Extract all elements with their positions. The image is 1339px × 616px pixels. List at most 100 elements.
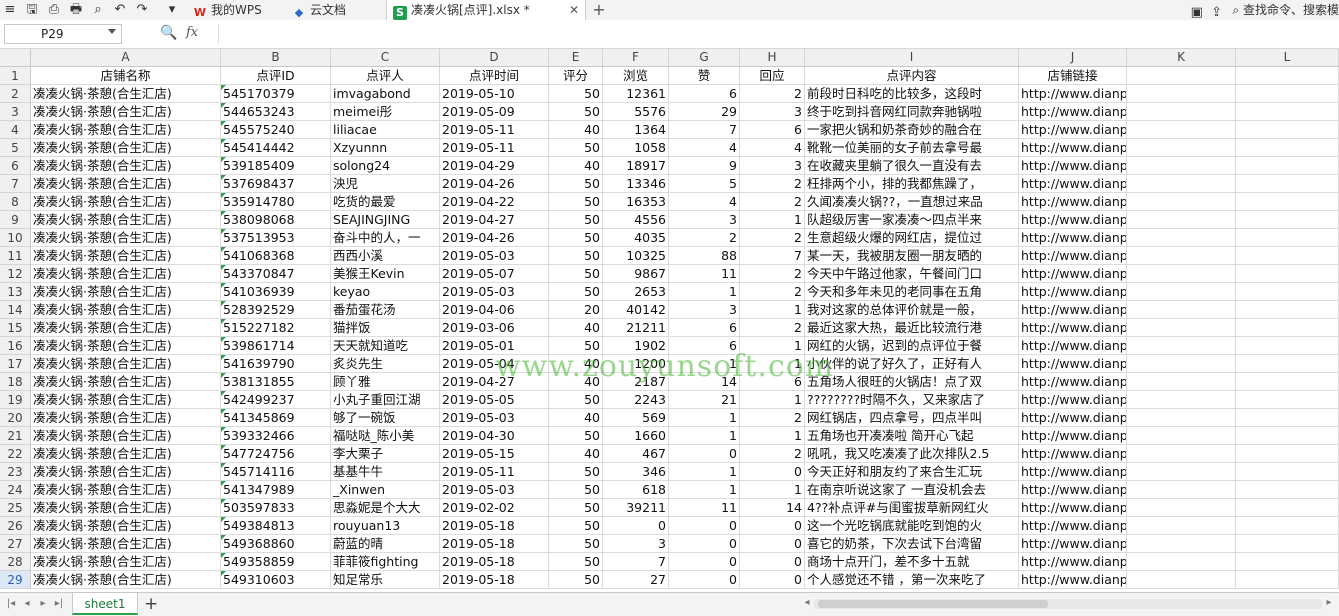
table-cell[interactable]: 凑凑火锅·茶憩(合生汇店): [31, 373, 221, 391]
table-cell[interactable]: 2019-05-18: [440, 571, 549, 589]
table-cell[interactable]: http://www.dianping.com/shop/121526330: [1019, 139, 1127, 157]
table-cell[interactable]: 凑凑火锅·茶憩(合生汇店): [31, 337, 221, 355]
table-cell[interactable]: 0: [669, 553, 740, 571]
table-cell[interactable]: [1236, 481, 1339, 499]
table-cell[interactable]: 5: [669, 175, 740, 193]
table-cell[interactable]: 541639790: [221, 355, 331, 373]
table-cell[interactable]: 靴靴一位美丽的女子前去拿号最: [805, 139, 1019, 157]
undo-icon[interactable]: ↶: [112, 2, 128, 18]
table-cell[interactable]: 2019-05-15: [440, 445, 549, 463]
table-cell[interactable]: 1: [740, 355, 805, 373]
table-cell[interactable]: 2019-05-03: [440, 481, 549, 499]
row-header[interactable]: 27: [0, 535, 31, 553]
table-cell[interactable]: 50: [549, 247, 603, 265]
table-cell[interactable]: 2019-04-27: [440, 211, 549, 229]
row-header[interactable]: 20: [0, 409, 31, 427]
table-cell[interactable]: 50: [549, 463, 603, 481]
table-cell[interactable]: liliacae: [331, 121, 440, 139]
table-cell[interactable]: 29: [669, 103, 740, 121]
table-cell[interactable]: 1058: [603, 139, 669, 157]
table-cell[interactable]: 7: [669, 121, 740, 139]
header-cell[interactable]: 赞: [669, 67, 740, 85]
table-cell[interactable]: 40: [549, 445, 603, 463]
table-cell[interactable]: [1127, 355, 1236, 373]
table-cell[interactable]: 某一天，我被朋友圈一朋友晒的: [805, 247, 1019, 265]
table-cell[interactable]: 顾丫雅: [331, 373, 440, 391]
table-cell[interactable]: http://www.dianping.com/shop/121526330: [1019, 463, 1127, 481]
table-cell[interactable]: 2653: [603, 283, 669, 301]
table-cell[interactable]: 541068368: [221, 247, 331, 265]
table-cell[interactable]: http://www.dianping.com/shop/121526330: [1019, 247, 1127, 265]
table-cell[interactable]: meimei彤: [331, 103, 440, 121]
table-cell[interactable]: 3: [740, 157, 805, 175]
table-cell[interactable]: 467: [603, 445, 669, 463]
table-cell[interactable]: 2019-05-18: [440, 517, 549, 535]
table-cell[interactable]: 27: [603, 571, 669, 589]
header-cell[interactable]: [1127, 67, 1236, 85]
table-cell[interactable]: 泱児: [331, 175, 440, 193]
table-cell[interactable]: 2: [740, 283, 805, 301]
table-cell[interactable]: 李大栗子: [331, 445, 440, 463]
table-cell[interactable]: 久闻凑凑火锅??，一直想过来品: [805, 193, 1019, 211]
table-cell[interactable]: 503597833: [221, 499, 331, 517]
table-cell[interactable]: 543370847: [221, 265, 331, 283]
table-cell[interactable]: http://www.dianping.com/shop/121526330: [1019, 553, 1127, 571]
table-cell[interactable]: [1127, 139, 1236, 157]
table-cell[interactable]: 2019-04-22: [440, 193, 549, 211]
table-cell[interactable]: 凑凑火锅·茶憩(合生汇店): [31, 571, 221, 589]
table-cell[interactable]: 2019-05-03: [440, 409, 549, 427]
row-header[interactable]: 17: [0, 355, 31, 373]
table-cell[interactable]: http://www.dianping.com/shop/121526330: [1019, 571, 1127, 589]
table-cell[interactable]: 549358859: [221, 553, 331, 571]
table-cell[interactable]: http://www.dianping.com/shop/121526330: [1019, 211, 1127, 229]
table-cell[interactable]: 凑凑火锅·茶憩(合生汇店): [31, 265, 221, 283]
table-cell[interactable]: 福哒哒_陈小美: [331, 427, 440, 445]
table-cell[interactable]: [1127, 337, 1236, 355]
table-cell[interactable]: [1127, 283, 1236, 301]
table-cell[interactable]: 2019-03-06: [440, 319, 549, 337]
table-cell[interactable]: [1236, 319, 1339, 337]
header-cell[interactable]: 点评ID: [221, 67, 331, 85]
table-cell[interactable]: 2: [740, 175, 805, 193]
table-cell[interactable]: http://www.dianping.com/shop/121526330: [1019, 445, 1127, 463]
table-cell[interactable]: 凑凑火锅·茶憩(合生汇店): [31, 319, 221, 337]
table-cell[interactable]: 凑凑火锅·茶憩(合生汇店): [31, 175, 221, 193]
row-header[interactable]: 8: [0, 193, 31, 211]
table-cell[interactable]: 2243: [603, 391, 669, 409]
table-cell[interactable]: 1660: [603, 427, 669, 445]
table-cell[interactable]: [1127, 265, 1236, 283]
table-cell[interactable]: 商场十点开门，差不多十五就: [805, 553, 1019, 571]
table-cell[interactable]: 1: [669, 427, 740, 445]
table-cell[interactable]: 7: [740, 247, 805, 265]
table-cell[interactable]: 网红的火锅，迟到的点评位于餐: [805, 337, 1019, 355]
table-cell[interactable]: 2019-05-01: [440, 337, 549, 355]
table-cell[interactable]: 2019-05-18: [440, 553, 549, 571]
table-cell[interactable]: 凑凑火锅·茶憩(合生汇店): [31, 463, 221, 481]
row-header[interactable]: 29: [0, 571, 31, 589]
row-header[interactable]: 5: [0, 139, 31, 157]
table-cell[interactable]: 2019-05-03: [440, 283, 549, 301]
table-cell[interactable]: 40: [549, 409, 603, 427]
table-cell[interactable]: 吃货的最爱: [331, 193, 440, 211]
table-cell[interactable]: 凑凑火锅·茶憩(合生汇店): [31, 247, 221, 265]
table-cell[interactable]: 吼吼，我又吃凑凑了此次排队2.5: [805, 445, 1019, 463]
table-cell[interactable]: 50: [549, 535, 603, 553]
row-header[interactable]: 25: [0, 499, 31, 517]
table-cell[interactable]: 小伙伴的说了好久了，正好有人: [805, 355, 1019, 373]
table-cell[interactable]: 在南京听说这家了 一直没机会去: [805, 481, 1019, 499]
table-cell[interactable]: 40142: [603, 301, 669, 319]
table-cell[interactable]: 0: [740, 553, 805, 571]
table-cell[interactable]: 生意超级火爆的网红店，提位过: [805, 229, 1019, 247]
table-cell[interactable]: http://www.dianping.com/shop/121526330: [1019, 319, 1127, 337]
scroll-left-icon[interactable]: ◂: [800, 595, 814, 611]
table-cell[interactable]: solong24: [331, 157, 440, 175]
table-cell[interactable]: [1127, 571, 1236, 589]
table-cell[interactable]: 13346: [603, 175, 669, 193]
column-header[interactable]: L: [1236, 49, 1339, 66]
table-cell[interactable]: 549384813: [221, 517, 331, 535]
table-cell[interactable]: 小丸子重回江湖: [331, 391, 440, 409]
table-cell[interactable]: 0: [740, 463, 805, 481]
table-cell[interactable]: 凑凑火锅·茶憩(合生汇店): [31, 499, 221, 517]
row-header[interactable]: 3: [0, 103, 31, 121]
table-cell[interactable]: 50: [549, 85, 603, 103]
